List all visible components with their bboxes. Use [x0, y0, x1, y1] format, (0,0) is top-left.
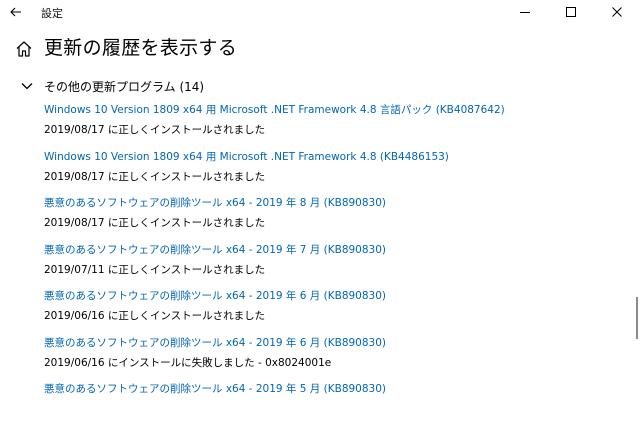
back-button[interactable] — [0, 0, 32, 24]
update-link[interactable]: 悪意のあるソフトウェアの削除ツール x64 - 2019 年 8 月 (KB89… — [44, 195, 386, 210]
page-title: 更新の履歴を表示する — [44, 37, 238, 59]
list-item: 悪意のあるソフトウェアの削除ツール x64 - 2019 年 8 月 (KB89… — [44, 193, 604, 240]
list-item: Windows 10 Version 1809 x64 用 Microsoft … — [44, 147, 604, 194]
title-bar: 設定 — [0, 0, 640, 24]
scroll-thumb[interactable] — [636, 297, 638, 339]
minimize-icon — [520, 12, 530, 13]
maximize-button[interactable] — [548, 0, 594, 24]
update-link[interactable]: 悪意のあるソフトウェアの削除ツール x64 - 2019 年 7 月 (KB89… — [44, 242, 386, 257]
section-label: その他の更新プログラム (14) — [44, 79, 205, 94]
update-status: 2019/06/16 に正しくインストールされました — [44, 310, 266, 322]
list-item: 悪意のあるソフトウェアの削除ツール x64 - 2019 年 6 月 (KB89… — [44, 333, 604, 380]
list-item: Windows 10 Version 1809 x64 用 Microsoft … — [44, 100, 604, 147]
update-link[interactable]: Windows 10 Version 1809 x64 用 Microsoft … — [44, 102, 505, 117]
minimize-button[interactable] — [502, 0, 548, 24]
update-status: 2019/08/17 に正しくインストールされました — [44, 217, 266, 229]
close-icon — [612, 7, 622, 17]
update-status: 2019/08/17 に正しくインストールされました — [44, 170, 266, 183]
maximize-icon — [566, 7, 576, 17]
update-list: Windows 10 Version 1809 x64 用 Microsoft … — [44, 100, 604, 426]
window-title: 設定 — [41, 7, 63, 20]
list-item: 悪意のあるソフトウェアの削除ツール x64 - 2019 年 6 月 (KB89… — [44, 286, 604, 333]
section-toggle[interactable]: その他の更新プログラム (14) — [20, 75, 204, 97]
update-status: 2019/08/17 に正しくインストールされました — [44, 124, 266, 136]
update-status: 2019/06/16 にインストールに失敗しました - 0x8024001e — [44, 356, 332, 369]
list-item: 悪意のあるソフトウェアの削除ツール x64 - 2019 年 5 月 (KB89… — [44, 379, 604, 426]
update-link[interactable]: 悪意のあるソフトウェアの削除ツール x64 - 2019 年 6 月 (KB89… — [44, 335, 386, 350]
list-item: 悪意のあるソフトウェアの削除ツール x64 - 2019 年 7 月 (KB89… — [44, 240, 604, 287]
update-status: 2019/07/11 に正しくインストールされました — [44, 263, 266, 276]
home-icon[interactable] — [15, 40, 33, 58]
update-link[interactable]: 悪意のあるソフトウェアの削除ツール x64 - 2019 年 5 月 (KB89… — [44, 381, 386, 396]
update-link[interactable]: 悪意のあるソフトウェアの削除ツール x64 - 2019 年 6 月 (KB89… — [44, 288, 386, 303]
close-button[interactable] — [594, 0, 640, 24]
back-arrow-icon — [10, 7, 21, 17]
update-link[interactable]: Windows 10 Version 1809 x64 用 Microsoft … — [44, 149, 449, 164]
chevron-down-icon — [21, 83, 33, 90]
